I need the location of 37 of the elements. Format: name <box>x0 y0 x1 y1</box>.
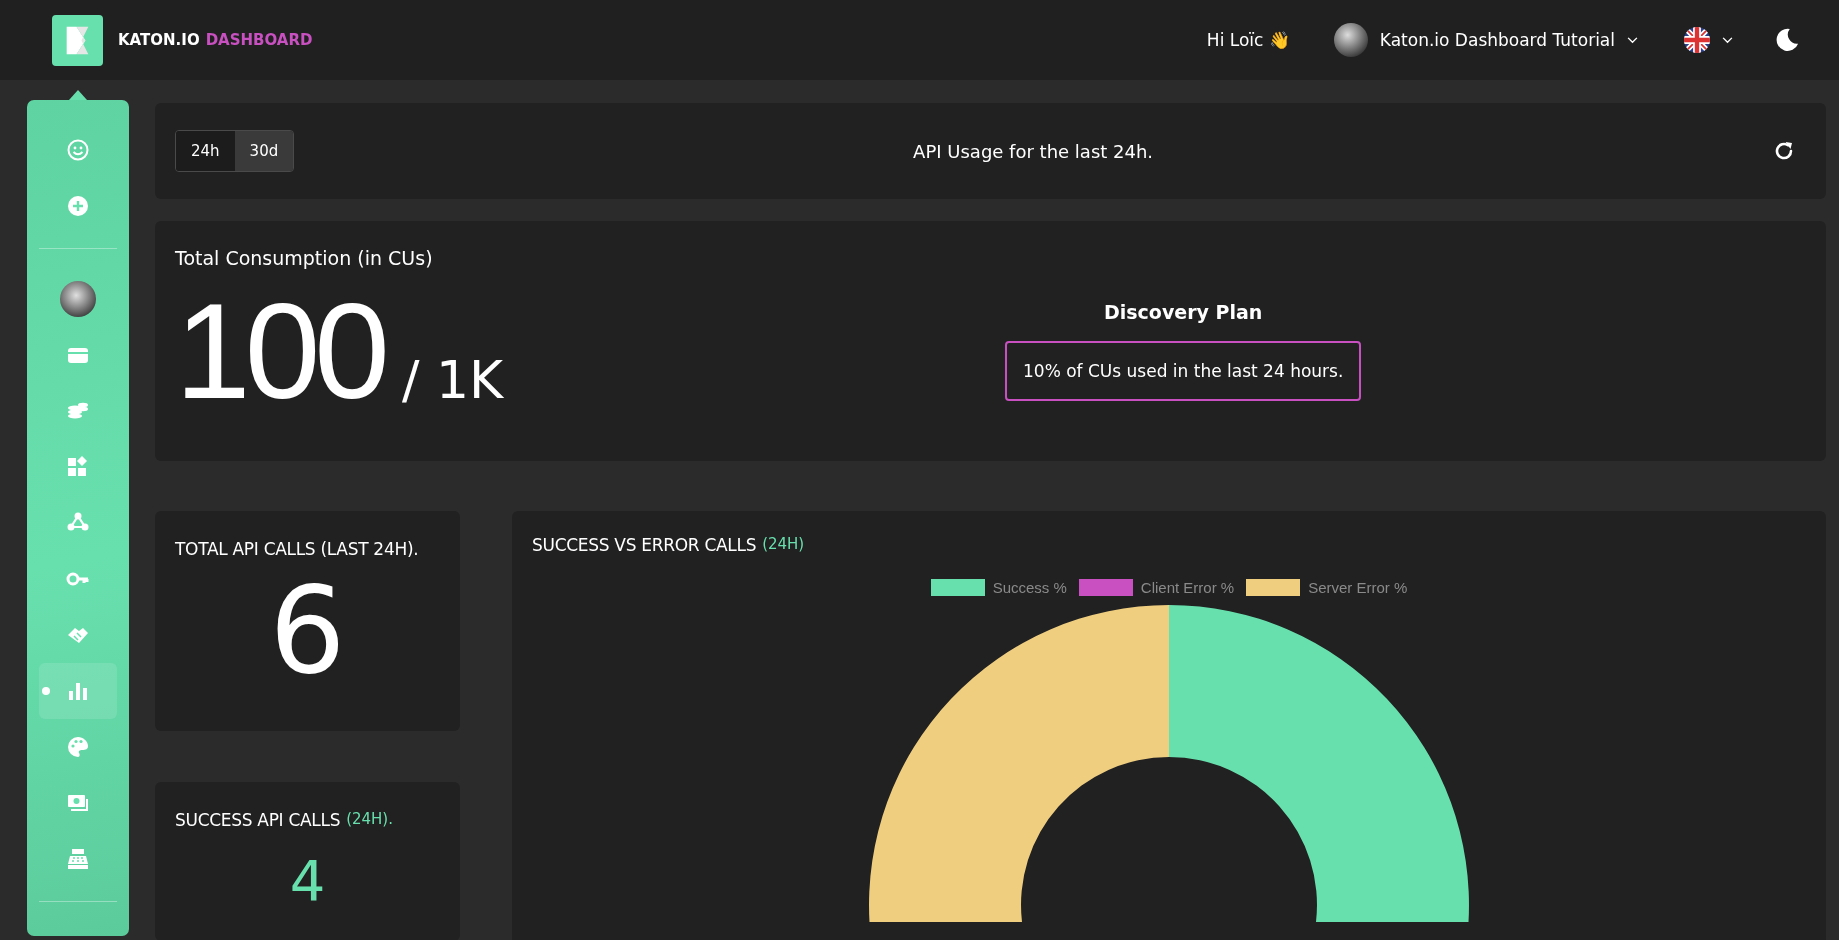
range-tab[interactable]: 24h <box>176 131 235 171</box>
avatar-icon <box>60 281 96 317</box>
brand-subtitle: DASHBOARD <box>205 31 313 49</box>
legend-label: Client Error % <box>1140 579 1235 596</box>
smiley-icon <box>66 138 90 162</box>
moon-icon[interactable] <box>1775 28 1799 52</box>
chevron-down-icon <box>1627 36 1638 44</box>
plan-note: 10% of CUs used in the last 24 hours. <box>1005 341 1362 401</box>
cash-register-icon <box>66 847 90 871</box>
avatar-icon <box>1333 23 1368 57</box>
logo-icon[interactable] <box>52 14 103 66</box>
language-selector[interactable] <box>1684 27 1733 53</box>
brand-name: KATON.IO <box>118 31 200 49</box>
active-indicator <box>42 687 50 695</box>
chevron-down-icon <box>1722 36 1733 44</box>
chart-title: SUCCESS VS ERROR CALLS <box>532 535 757 555</box>
widgets-icon <box>66 455 90 479</box>
stat-value: 6 <box>269 560 346 702</box>
period-label: (24H). <box>346 810 393 828</box>
flag-icon <box>1684 27 1710 53</box>
plan-name: Discovery Plan <box>1104 301 1263 323</box>
stat-value: 4 <box>289 848 326 913</box>
usage-limit: / 1K <box>401 350 504 410</box>
usage-value: 100 <box>175 283 384 419</box>
stat-title: TOTAL API CALLS (LAST 24H). <box>175 539 419 559</box>
legend-label: Server Error % <box>1308 579 1408 596</box>
usage-title: API Usage for the last 24h. <box>913 140 1154 162</box>
plus-icon <box>66 194 90 218</box>
sidebar-item[interactable] <box>39 663 117 719</box>
greeting: Hi Loïc 👋 <box>1206 30 1290 50</box>
card-title: Total Consumption (in CUs) <box>175 247 434 269</box>
palette-icon <box>66 735 90 759</box>
range-tab[interactable]: 30d <box>234 131 294 171</box>
legend-label: Success % <box>992 579 1067 596</box>
stat-title: SUCCESS API CALLS <box>175 810 341 830</box>
project-selector[interactable]: Katon.io Dashboard Tutorial <box>1333 23 1638 57</box>
period-label: (24H) <box>762 535 805 553</box>
